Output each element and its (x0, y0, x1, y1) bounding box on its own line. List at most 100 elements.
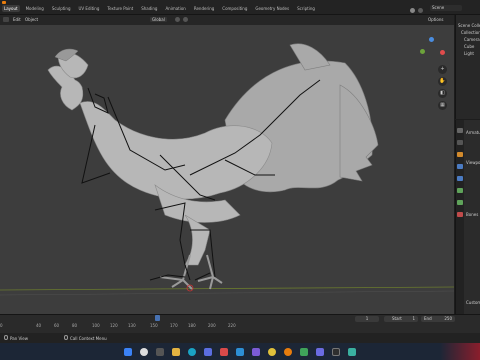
taskbar-highlight (440, 343, 480, 360)
end-label: End (424, 316, 432, 321)
options-menu[interactable]: Options (428, 17, 443, 22)
mode-menu[interactable]: Edit (13, 17, 21, 22)
status-right: Call Context Menu (70, 336, 107, 341)
tab-texture-paint[interactable]: Texture Paint (105, 5, 135, 12)
file-explorer-icon[interactable] (172, 348, 180, 356)
properties-label[interactable]: Viewport Display (466, 160, 480, 165)
render-tab-icon[interactable] (457, 140, 463, 145)
material-tab-icon[interactable] (457, 212, 463, 217)
frame-number: 180 (188, 323, 196, 328)
frame-number: 40 (36, 323, 42, 328)
start-value: 1 (412, 316, 415, 321)
tab-modeling[interactable]: Modeling (24, 5, 46, 12)
frame-number: 170 (170, 323, 178, 328)
blender-app-icon[interactable] (284, 348, 292, 356)
edge-browser-icon[interactable] (188, 348, 196, 356)
mail-icon[interactable] (220, 348, 228, 356)
start-label: Start (392, 316, 402, 321)
tool-tab-icon[interactable] (457, 128, 463, 133)
physics-tab-icon[interactable] (457, 176, 463, 181)
frame-number: 220 (228, 323, 236, 328)
proportional-icon[interactable] (183, 17, 188, 22)
gizmo-z-axis[interactable] (429, 37, 434, 42)
object-menu[interactable]: Object (25, 17, 38, 22)
tab-animation[interactable]: Animation (163, 5, 187, 12)
status-bar: Pan View Call Context Menu (0, 333, 480, 343)
search-icon[interactable] (140, 348, 148, 356)
scene-label: Scene (432, 5, 445, 10)
outliner-item[interactable]: Collection (461, 30, 480, 35)
tab-geometry-nodes[interactable]: Geometry Nodes (253, 5, 291, 12)
grid-line (0, 290, 454, 296)
properties-panel: Armature Viewport Display Bones Custom P… (455, 120, 480, 314)
tab-sculpting[interactable]: Sculpting (50, 5, 73, 12)
properties-label[interactable]: Bones (466, 212, 480, 217)
frame-number: 150 (150, 323, 158, 328)
frame-number: 100 (92, 323, 100, 328)
frame-number: 0 (0, 323, 3, 328)
camera-icon[interactable]: ◧ (438, 89, 447, 98)
viewport-canvas[interactable] (0, 25, 454, 314)
outliner-item[interactable]: Scene Collection (458, 23, 480, 28)
snap-icon[interactable] (175, 17, 180, 22)
app-icon[interactable] (348, 348, 356, 356)
os-taskbar (0, 343, 480, 360)
mouse-icon (4, 335, 8, 340)
navigation-gizmo[interactable] (418, 37, 446, 65)
orientation-dropdown[interactable]: Global (150, 17, 167, 22)
hand-pan-icon[interactable]: ✋ (438, 77, 447, 86)
x-axis-line (0, 286, 454, 291)
media-icon[interactable] (252, 348, 260, 356)
store-icon[interactable] (204, 348, 212, 356)
start-frame-field[interactable]: Start 1 (384, 316, 418, 322)
tab-uv-editing[interactable]: UV Editing (77, 5, 102, 12)
end-frame-field[interactable]: End 250 (421, 316, 455, 322)
tab-compositing[interactable]: Compositing (220, 5, 249, 12)
current-frame-value: 1 (365, 316, 369, 321)
current-frame-field[interactable]: 1 (355, 316, 379, 322)
tab-scripting[interactable]: Scripting (295, 5, 317, 12)
scene-selector[interactable]: Scene (430, 5, 462, 11)
properties-label: Armature (466, 130, 480, 135)
mouse-icon (64, 335, 68, 340)
viewport-header: Edit Object Global Options (0, 8, 454, 25)
top-bar: Layout Modeling Sculpting UV Editing Tex… (0, 0, 480, 15)
frame-number: 120 (110, 323, 118, 328)
app-icon[interactable] (300, 348, 308, 356)
task-view-icon[interactable] (156, 348, 164, 356)
workspace-tabs: Layout Modeling Sculpting UV Editing Tex… (2, 5, 317, 12)
outliner-item[interactable]: Camera (464, 37, 480, 42)
rooster-body (47, 52, 273, 266)
tab-shading[interactable]: Shading (139, 5, 159, 12)
bone-tab-icon[interactable] (457, 200, 463, 205)
zoom-icon[interactable]: + (438, 65, 447, 74)
3d-viewport[interactable]: + ✋ ◧ ▦ (0, 25, 454, 314)
blender-logo-icon[interactable] (2, 1, 6, 4)
app-icon[interactable] (332, 348, 340, 356)
photos-icon[interactable] (236, 348, 244, 356)
modifier-tab-icon[interactable] (457, 164, 463, 169)
playhead[interactable] (155, 315, 160, 321)
app-icon[interactable] (316, 348, 324, 356)
outliner-item[interactable]: Cube (464, 44, 480, 49)
frame-number: 130 (128, 323, 136, 328)
editor-type-icon[interactable] (3, 17, 9, 22)
frame-number: 200 (208, 323, 216, 328)
gizmo-x-axis[interactable] (440, 50, 445, 55)
armature-tab-icon[interactable] (457, 188, 463, 193)
properties-label[interactable]: Custom Props (466, 300, 480, 305)
gizmo-y-axis[interactable] (420, 49, 425, 54)
windows-start-icon[interactable] (124, 348, 132, 356)
outliner-item[interactable]: Light (464, 51, 480, 56)
tab-layout[interactable]: Layout (2, 5, 20, 12)
grid-icon[interactable]: ▦ (438, 101, 447, 110)
properties-tabs (456, 120, 464, 314)
shading-solid-icon[interactable] (410, 8, 415, 13)
chrome-icon[interactable] (268, 348, 276, 356)
end-value: 250 (444, 316, 452, 321)
object-tab-icon[interactable] (457, 152, 463, 157)
frame-number: 60 (54, 323, 60, 328)
tab-rendering[interactable]: Rendering (192, 5, 216, 12)
status-left: Pan View (10, 336, 28, 341)
shading-material-icon[interactable] (418, 8, 423, 13)
